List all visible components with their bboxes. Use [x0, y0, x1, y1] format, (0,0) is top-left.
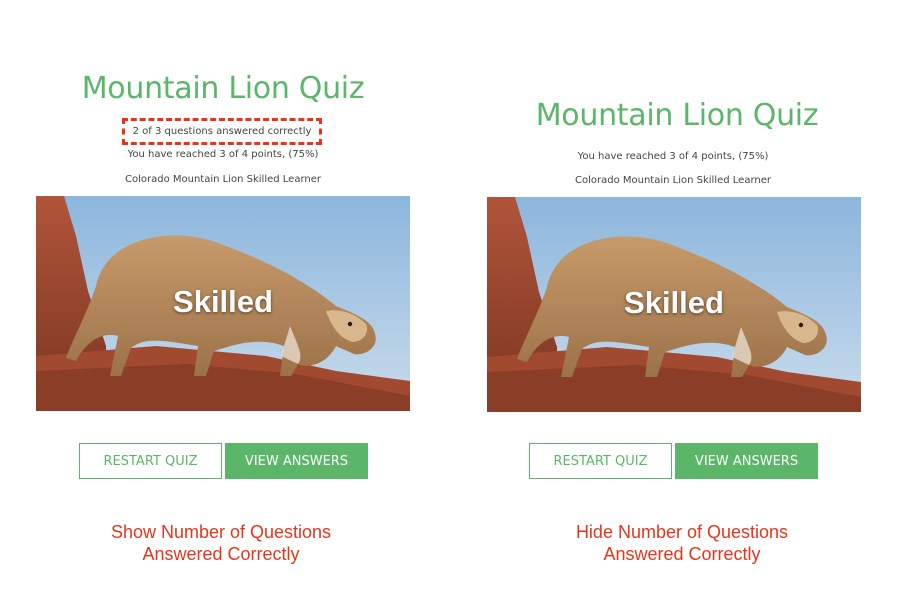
- level-overlay-text: Skilled: [173, 284, 273, 319]
- caption-line-2: Answered Correctly: [603, 544, 761, 564]
- result-image: Skilled: [36, 196, 410, 411]
- view-answers-button[interactable]: VIEW ANSWERS: [675, 443, 818, 479]
- view-answers-button[interactable]: VIEW ANSWERS: [225, 443, 368, 479]
- panel-caption: Hide Number of Questions Answered Correc…: [450, 521, 900, 565]
- restart-quiz-button[interactable]: RESTART QUIZ: [529, 443, 672, 479]
- restart-quiz-button[interactable]: RESTART QUIZ: [79, 443, 222, 479]
- caption-line-1: Show Number of Questions: [110, 522, 332, 542]
- caption-line-1: Hide Number of Questions: [575, 522, 789, 542]
- result-image: Skilled: [487, 197, 861, 412]
- caption-line-2: Answered Correctly: [142, 544, 300, 564]
- quiz-result-panel-show: Mountain Lion Quiz 2 of 3 questions answ…: [0, 0, 450, 600]
- quiz-result-panel-hide: Mountain Lion Quiz You have reached 3 of…: [450, 0, 900, 600]
- points-summary: You have reached 3 of 4 points, (75%): [127, 149, 319, 160]
- learner-level-text: Colorado Mountain Lion Skilled Learner: [575, 175, 771, 186]
- learner-level-text: Colorado Mountain Lion Skilled Learner: [125, 174, 321, 185]
- quiz-title: Mountain Lion Quiz: [535, 98, 819, 133]
- level-overlay-text: Skilled: [624, 285, 724, 320]
- panel-caption: Show Number of Questions Answered Correc…: [0, 521, 442, 565]
- points-summary: You have reached 3 of 4 points, (75%): [577, 151, 769, 162]
